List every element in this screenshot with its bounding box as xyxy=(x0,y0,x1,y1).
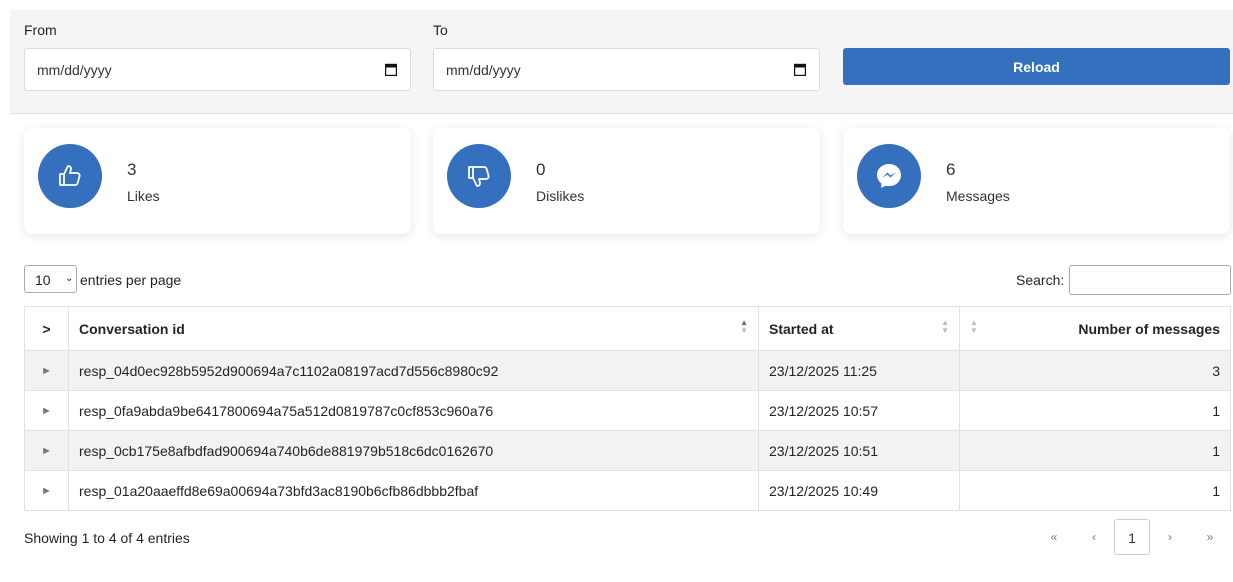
message-count-cell: 1 xyxy=(959,430,1231,471)
expand-row-icon[interactable]: ► xyxy=(24,390,69,431)
search-input[interactable] xyxy=(1069,265,1231,295)
started-at-cell: 23/12/2025 10:51 xyxy=(758,430,960,471)
from-date-value: mm/dd/yyyy xyxy=(37,62,112,78)
message-count-cell: 1 xyxy=(959,390,1231,431)
to-date-input[interactable]: mm/dd/yyyy xyxy=(433,48,820,91)
from-date-input[interactable]: mm/dd/yyyy xyxy=(24,48,411,91)
expand-row-icon[interactable]: ► xyxy=(24,470,69,511)
dislikes-icon-circle xyxy=(447,144,511,208)
expand-row-icon[interactable]: ► xyxy=(24,350,69,391)
dislikes-count: 0 xyxy=(536,160,546,179)
message-count-cell: 1 xyxy=(959,470,1231,511)
page-length-select[interactable]: 10 ⌄ xyxy=(24,265,77,293)
thumbs-down-icon xyxy=(468,166,490,187)
conversations-table: > Conversation id ▲ ▼ Started at ▲ ▼ ▲ ▼ Nu… xyxy=(24,306,1231,511)
sort-icon: ▲ ▼ xyxy=(941,318,949,335)
dislikes-card: 0 Dislikes xyxy=(433,128,820,234)
page-length-value: 10 xyxy=(35,272,51,288)
pagination-page-1[interactable]: 1 xyxy=(1114,519,1150,555)
started-at-header-label: Started at xyxy=(769,320,834,337)
table-row[interactable]: ► resp_0cb175e8afbdfad900694a740b6de8819… xyxy=(24,430,1231,471)
page-length-text: entries per page xyxy=(80,272,182,288)
conversation-id-cell: resp_01a20aaeffd8e69a00694a73bfd3ac8190b… xyxy=(68,470,759,511)
started-at-cell: 23/12/2025 11:25 xyxy=(758,350,960,391)
table-info: Showing 1 to 4 of 4 entries xyxy=(24,530,190,546)
message-count-header[interactable]: ▲ ▼ Number of messages xyxy=(959,306,1231,351)
started-at-header[interactable]: Started at ▲ ▼ xyxy=(758,306,960,351)
messages-icon-circle xyxy=(857,144,921,208)
table-row[interactable]: ► resp_0fa9abda9be6417800694a75a512d0819… xyxy=(24,390,1231,431)
table-row[interactable]: ► resp_01a20aaeffd8e69a00694a73bfd3ac819… xyxy=(24,470,1231,511)
conversation-id-header-label: Conversation id xyxy=(79,320,185,337)
message-count-header-label: Number of messages xyxy=(1078,320,1220,337)
conversation-id-cell: resp_0fa9abda9be6417800694a75a512d081978… xyxy=(68,390,759,431)
thumbs-up-icon xyxy=(59,165,81,186)
started-at-cell: 23/12/2025 10:49 xyxy=(758,470,960,511)
message-count-cell: 3 xyxy=(959,350,1231,391)
pagination-first[interactable]: « xyxy=(1042,519,1066,555)
to-date-value: mm/dd/yyyy xyxy=(446,62,521,78)
reload-button[interactable]: Reload xyxy=(843,48,1230,85)
calendar-icon[interactable] xyxy=(794,63,806,76)
table-row[interactable]: ► resp_04d0ec928b5952d900694a7c1102a0819… xyxy=(24,350,1231,391)
pagination-last[interactable]: » xyxy=(1198,519,1222,555)
conversation-id-cell: resp_0cb175e8afbdfad900694a740b6de881979… xyxy=(68,430,759,471)
filter-bar: From mm/dd/yyyy To mm/dd/yyyy Reload xyxy=(10,10,1233,114)
table-header-row: > Conversation id ▲ ▼ Started at ▲ ▼ ▲ ▼ Nu… xyxy=(24,306,1231,351)
likes-label: Likes xyxy=(127,188,160,204)
expand-column-header: > xyxy=(24,306,69,351)
likes-icon-circle xyxy=(38,144,102,208)
expand-row-icon[interactable]: ► xyxy=(24,430,69,471)
messenger-icon xyxy=(877,164,901,188)
messages-count: 6 xyxy=(946,160,956,179)
likes-card: 3 Likes xyxy=(24,128,411,234)
calendar-icon[interactable] xyxy=(385,63,397,76)
dislikes-label: Dislikes xyxy=(536,188,585,204)
from-label: From xyxy=(24,22,57,38)
conversation-id-cell: resp_04d0ec928b5952d900694a7c1102a08197a… xyxy=(68,350,759,391)
started-at-cell: 23/12/2025 10:57 xyxy=(758,390,960,431)
pagination-previous[interactable]: ‹ xyxy=(1082,519,1106,555)
chevron-down-icon: ⌄ xyxy=(65,273,74,284)
search-label: Search: xyxy=(1016,272,1065,288)
messages-card: 6 Messages xyxy=(843,128,1230,234)
conversation-id-header[interactable]: Conversation id ▲ ▼ xyxy=(68,306,759,351)
likes-count: 3 xyxy=(127,160,137,179)
sort-icon: ▲ ▼ xyxy=(970,318,978,335)
pagination-next[interactable]: › xyxy=(1158,519,1182,555)
to-label: To xyxy=(433,22,448,38)
sort-icon: ▲ ▼ xyxy=(740,318,748,335)
messages-label: Messages xyxy=(946,188,1010,204)
